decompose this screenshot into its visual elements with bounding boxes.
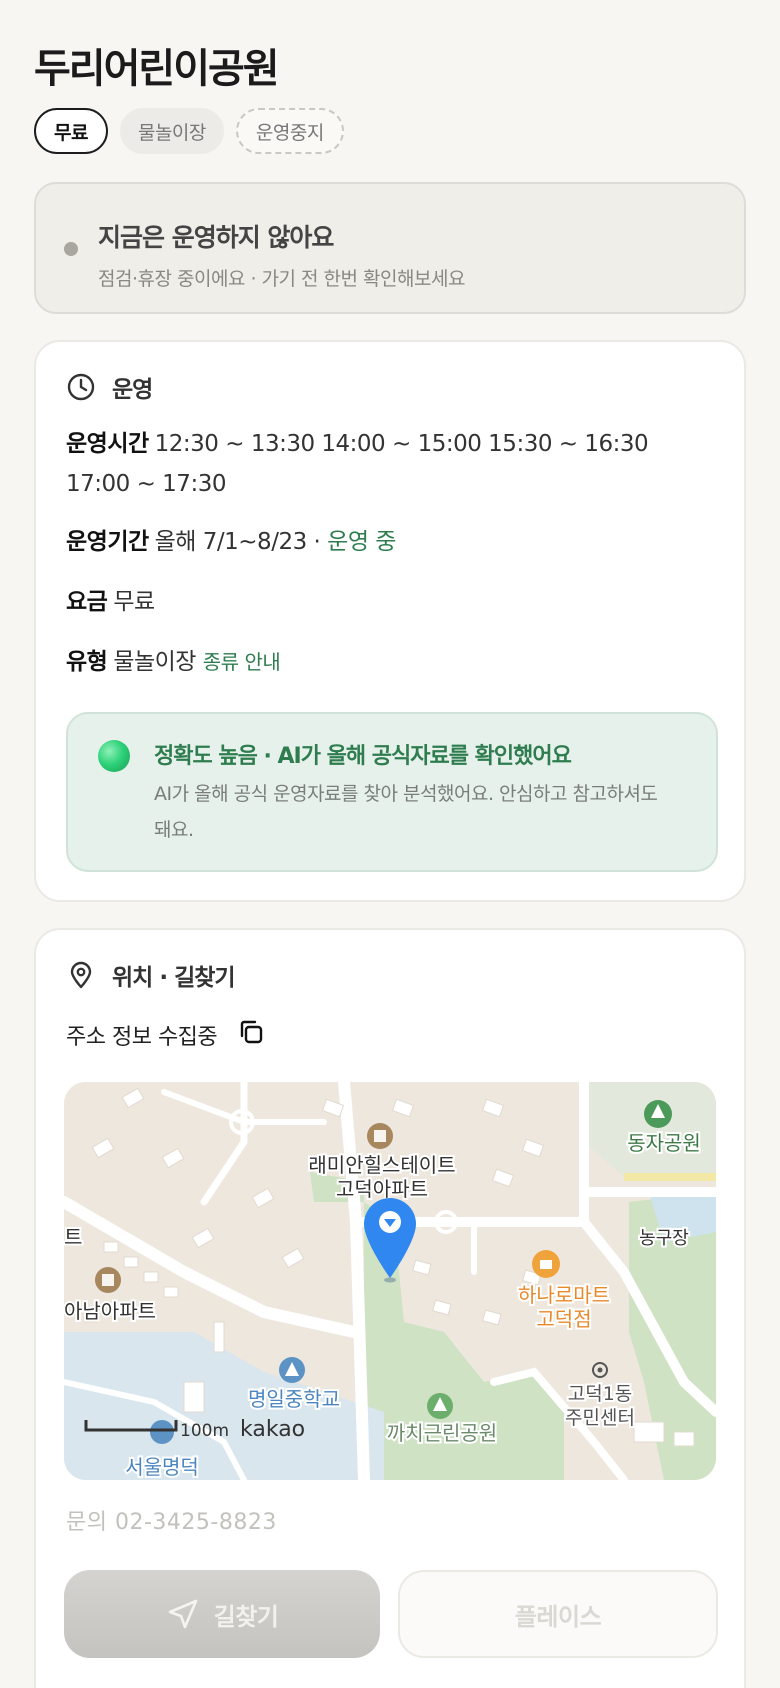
location-pin-icon: [66, 960, 96, 990]
status-dot-icon: [64, 242, 78, 256]
tag-chips: 무료 물놀이장 운영중지: [34, 108, 344, 154]
fee-value: 무료: [113, 589, 155, 615]
operation-header: 운영: [66, 370, 153, 404]
map-label-park1: 동자공원: [627, 1131, 701, 1155]
ai-accuracy-notice: 정확도 높음 · AI가 올해 공식자료를 확인했어요 AI가 올해 공식 운영…: [66, 712, 718, 872]
chip-type[interactable]: 물놀이장: [119, 108, 224, 154]
hours-label: 운영시간: [66, 431, 149, 457]
clock-icon: [66, 372, 96, 402]
map-label-mart-line1: 하나로마트: [518, 1283, 610, 1307]
address-row: 주소 정보 수집중: [66, 1018, 265, 1052]
place-button-label: 플레이스: [514, 1602, 602, 1631]
operation-card: 운영 운영시간 12:30 ~ 13:30 14:00 ~ 15:00 15:30…: [34, 340, 746, 902]
status-banner: 지금은 운영하지 않아요 점검·휴장 중이에요 · 가기 전 한번 확인해보세요: [34, 182, 746, 314]
map-label-park2: 까치근린공원: [387, 1421, 497, 1445]
copy-icon[interactable]: [237, 1018, 265, 1052]
ai-notice-body: AI가 올해 공식 운영자료를 찾아 분석했어요. 안심하고 참고하셔도 돼요.: [154, 783, 658, 841]
map-label-mart-line2: 고덕점: [536, 1307, 591, 1331]
operation-section-label: 운영: [112, 377, 153, 403]
ai-notice-title: 정확도 높음 · AI가 올해 공식자료를 확인했어요: [154, 744, 572, 769]
map-label-school: 명일중학교: [248, 1387, 340, 1411]
map-brand-logo: kakao: [240, 1417, 305, 1442]
place-button[interactable]: 플레이스: [398, 1570, 718, 1658]
period-status: 운영 중: [327, 529, 396, 555]
status-title: 지금은 운영하지 않아요: [98, 223, 334, 252]
address-text: 주소 정보 수집중: [66, 1025, 218, 1050]
route-button[interactable]: 길찾기: [64, 1570, 380, 1658]
map-label-apt1-line1: 래미안힐스테이트: [308, 1153, 455, 1177]
type-guide-link[interactable]: 종류 안내: [203, 650, 281, 674]
chip-stopped[interactable]: 운영중지: [235, 108, 344, 154]
status-subtitle: 점검·휴장 중이에요 · 가기 전 한번 확인해보세요: [98, 268, 465, 290]
map-label-school2: 서울명덕: [125, 1455, 199, 1479]
chip-free[interactable]: 무료: [34, 108, 108, 154]
map-label-apt2: 아남아파트: [64, 1299, 156, 1323]
map-label-center-line1: 고덕1동: [568, 1383, 633, 1405]
period-value: 올해 7/1~8/23 ·: [154, 529, 321, 555]
map-label-center-line2: 주민센터: [565, 1407, 635, 1429]
type-row: 유형 물놀이장 종류 안내: [66, 642, 706, 682]
type-value: 물놀이장: [113, 649, 196, 675]
map-label-apt2-edge: 트: [64, 1225, 82, 1249]
map-canvas[interactable]: 래미안힐스테이트 고덕아파트 동자공원 농구장 하나로마트 고덕점 트 아남아파…: [64, 1082, 716, 1480]
location-card: 위치 · 길찾기 주소 정보 수집중 래미안힐스테이트 고덕아파트 동자공원 농…: [34, 928, 746, 1688]
hours-value: 12:30 ~ 13:30 14:00 ~ 15:00 15:30 ~ 16:3…: [66, 431, 649, 497]
type-label: 유형: [66, 649, 108, 675]
map-scale-text: 100m: [180, 1421, 229, 1441]
map-label-court: 농구장: [639, 1228, 689, 1249]
contact-phone[interactable]: 문의 02-3425-8823: [66, 1504, 277, 1536]
fee-row: 요금 무료: [66, 582, 706, 622]
hours-row: 운영시간 12:30 ~ 13:30 14:00 ~ 15:00 15:30 ~ …: [66, 424, 706, 504]
ai-orb-icon: [98, 740, 130, 772]
navigation-arrow-icon: [168, 1599, 197, 1629]
location-section-label: 위치 · 길찾기: [112, 965, 236, 991]
map-label-apt1-line2: 고덕아파트: [336, 1177, 428, 1201]
location-header: 위치 · 길찾기: [66, 958, 236, 992]
page-title: 두리어린이공원: [34, 46, 280, 92]
place-detail-page: 두리어린이공원 무료 물놀이장 운영중지 지금은 운영하지 않아요 점검·휴장 …: [0, 0, 780, 1688]
map-view[interactable]: 래미안힐스테이트 고덕아파트 동자공원 농구장 하나로마트 고덕점 트 아남아파…: [64, 1082, 716, 1480]
route-button-label: 길찾기: [213, 1602, 279, 1631]
period-label: 운영기간: [66, 529, 149, 555]
period-row: 운영기간 올해 7/1~8/23 · 운영 중: [66, 522, 706, 562]
fee-label: 요금: [66, 589, 108, 615]
